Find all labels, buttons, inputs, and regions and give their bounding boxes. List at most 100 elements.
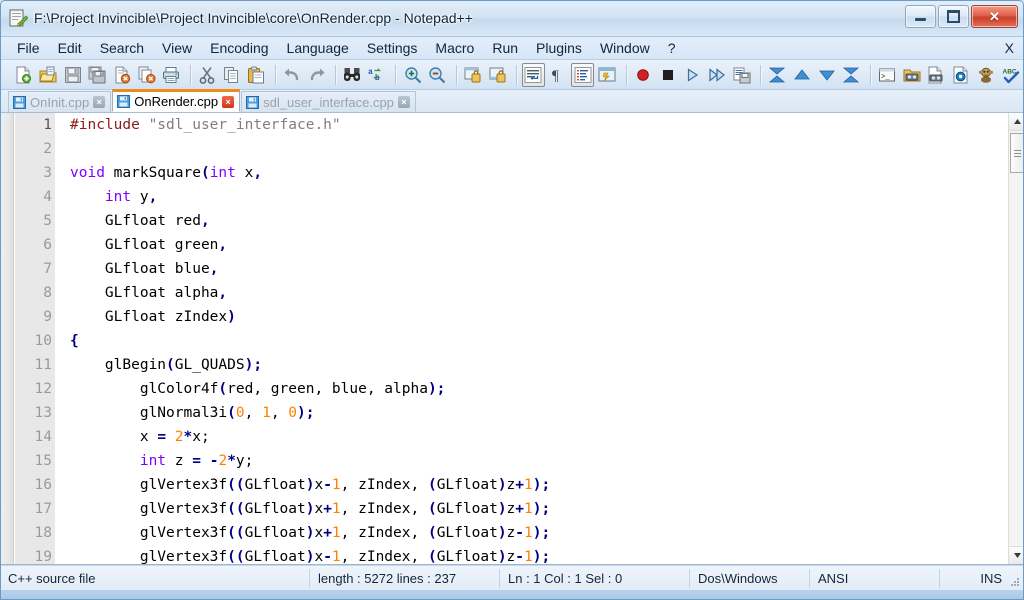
- document-map-icon[interactable]: [950, 63, 973, 87]
- code-line[interactable]: GLfloat alpha,: [55, 281, 1008, 305]
- close-button[interactable]: ✕: [971, 5, 1018, 28]
- code-line[interactable]: #include "sdl_user_interface.h": [55, 113, 1008, 137]
- code-line[interactable]: x = 2*x;: [55, 425, 1008, 449]
- menu-item-settings[interactable]: Settings: [358, 37, 427, 60]
- editor[interactable]: 12345678910111213141516171819 #include "…: [0, 113, 1024, 565]
- code-token: markSquare: [105, 165, 201, 181]
- macro-folder-icon[interactable]: [900, 63, 923, 87]
- vertical-scrollbar[interactable]: [1008, 113, 1024, 564]
- code-token: glNormal3i: [70, 405, 227, 421]
- close-document-button[interactable]: X: [1005, 37, 1014, 60]
- minimize-button[interactable]: [905, 5, 936, 28]
- new-file-icon[interactable]: [12, 63, 35, 87]
- scroll-down-arrow-icon[interactable]: [1009, 546, 1024, 564]
- sync-vertical-scroll-icon[interactable]: [462, 63, 485, 87]
- code-token: z: [507, 549, 516, 564]
- code-line[interactable]: glVertex3f((GLfloat)x+1, zIndex, (GLfloa…: [55, 521, 1008, 545]
- code-line[interactable]: glBegin(GL_QUADS);: [55, 353, 1008, 377]
- code-line[interactable]: glVertex3f((GLfloat)x+1, zIndex, (GLfloa…: [55, 497, 1008, 521]
- line-number: 2: [15, 137, 55, 161]
- collapse-all-icon[interactable]: [766, 63, 789, 87]
- tab-close-icon[interactable]: ×: [93, 96, 105, 108]
- redo-icon[interactable]: [305, 63, 328, 87]
- code-token: -: [515, 549, 524, 564]
- tab-close-icon[interactable]: ×: [222, 96, 234, 108]
- code-line[interactable]: GLfloat blue,: [55, 257, 1008, 281]
- menu-item-macro[interactable]: Macro: [426, 37, 483, 60]
- menu-item-edit[interactable]: Edit: [49, 37, 91, 60]
- code-line[interactable]: glVertex3f((GLfloat)x-1, zIndex, (GLfloa…: [55, 545, 1008, 564]
- save-icon[interactable]: [61, 63, 84, 87]
- code-token: y;: [236, 453, 253, 469]
- code-line[interactable]: void markSquare(int x,: [55, 161, 1008, 185]
- line-number: 17: [15, 497, 55, 521]
- run-console-icon[interactable]: >_: [876, 63, 899, 87]
- code-token: void: [70, 165, 105, 181]
- code-line[interactable]: glColor4f(red, green, blue, alpha);: [55, 377, 1008, 401]
- scroll-up-arrow-icon[interactable]: [1009, 113, 1024, 131]
- save-all-icon[interactable]: [86, 63, 109, 87]
- code-token: ,: [218, 237, 227, 253]
- find-icon[interactable]: [341, 63, 364, 87]
- tab-oninit-cpp[interactable]: OnInit.cpp×: [8, 91, 111, 112]
- open-file-icon[interactable]: [37, 63, 60, 87]
- resize-grip-icon[interactable]: [1009, 575, 1021, 587]
- indent-guide-icon[interactable]: [571, 63, 594, 87]
- bookmark-margin[interactable]: [0, 113, 14, 564]
- code-line[interactable]: glNormal3i(0, 1, 0);: [55, 401, 1008, 425]
- expand-all-icon[interactable]: [840, 63, 863, 87]
- undo-icon[interactable]: [281, 63, 304, 87]
- menu-item-file[interactable]: File: [8, 37, 49, 60]
- code-line[interactable]: GLfloat green,: [55, 233, 1008, 257]
- macro-record-icon[interactable]: [632, 63, 655, 87]
- close-all-icon[interactable]: [135, 63, 158, 87]
- macro-play-icon[interactable]: [681, 63, 704, 87]
- menu-item-language[interactable]: Language: [278, 37, 358, 60]
- document-macro-icon[interactable]: [925, 63, 948, 87]
- user-defined-dialog-icon[interactable]: [596, 63, 619, 87]
- menu-item-encoding[interactable]: Encoding: [201, 37, 277, 60]
- spell-check-icon[interactable]: ABC: [999, 63, 1022, 87]
- print-icon[interactable]: [160, 63, 183, 87]
- cut-icon[interactable]: [196, 63, 219, 87]
- close-file-icon[interactable]: [111, 63, 134, 87]
- expand-level-icon[interactable]: [815, 63, 838, 87]
- status-eol-format: Dos\Windows: [690, 569, 810, 588]
- code-text-area[interactable]: #include "sdl_user_interface.h" void mar…: [55, 113, 1008, 564]
- code-line[interactable]: int z = -2*y;: [55, 449, 1008, 473]
- sync-horizontal-scroll-icon[interactable]: [486, 63, 509, 87]
- word-wrap-icon[interactable]: [522, 63, 545, 87]
- menu-item-view[interactable]: View: [153, 37, 201, 60]
- menu-item-search[interactable]: Search: [91, 37, 153, 60]
- code-line[interactable]: glVertex3f((GLfloat)x-1, zIndex, (GLfloa…: [55, 473, 1008, 497]
- code-line[interactable]: GLfloat red,: [55, 209, 1008, 233]
- show-all-characters-icon[interactable]: ¶: [547, 63, 570, 87]
- tab-sdl_user_interface-cpp[interactable]: sdl_user_interface.cpp×: [241, 91, 416, 112]
- collapse-level-icon[interactable]: [791, 63, 814, 87]
- paste-icon[interactable]: [245, 63, 268, 87]
- code-line[interactable]: {: [55, 329, 1008, 353]
- maximize-button[interactable]: [938, 5, 969, 28]
- replace-icon[interactable]: ab: [366, 63, 389, 87]
- line-number: 16: [15, 473, 55, 497]
- code-token: 2: [218, 453, 227, 469]
- zoom-in-icon[interactable]: [401, 63, 424, 87]
- macro-save-icon[interactable]: [730, 63, 753, 87]
- code-token: GLfloat: [245, 525, 306, 541]
- tab-close-icon[interactable]: ×: [398, 96, 410, 108]
- menu-item-[interactable]: ?: [659, 37, 685, 60]
- menu-item-window[interactable]: Window: [591, 37, 659, 60]
- copy-icon[interactable]: [220, 63, 243, 87]
- code-line[interactable]: int y,: [55, 185, 1008, 209]
- code-line[interactable]: GLfloat zIndex): [55, 305, 1008, 329]
- function-list-icon[interactable]: [975, 63, 998, 87]
- tab-onrender-cpp[interactable]: OnRender.cpp×: [112, 89, 240, 112]
- macro-run-multiple-icon[interactable]: [706, 63, 729, 87]
- code-token: GLfloat: [245, 501, 306, 517]
- menu-item-run[interactable]: Run: [483, 37, 527, 60]
- macro-stop-icon[interactable]: [656, 63, 679, 87]
- scrollbar-thumb[interactable]: [1010, 133, 1024, 173]
- zoom-out-icon[interactable]: [426, 63, 449, 87]
- code-line[interactable]: [55, 137, 1008, 161]
- menu-item-plugins[interactable]: Plugins: [527, 37, 591, 60]
